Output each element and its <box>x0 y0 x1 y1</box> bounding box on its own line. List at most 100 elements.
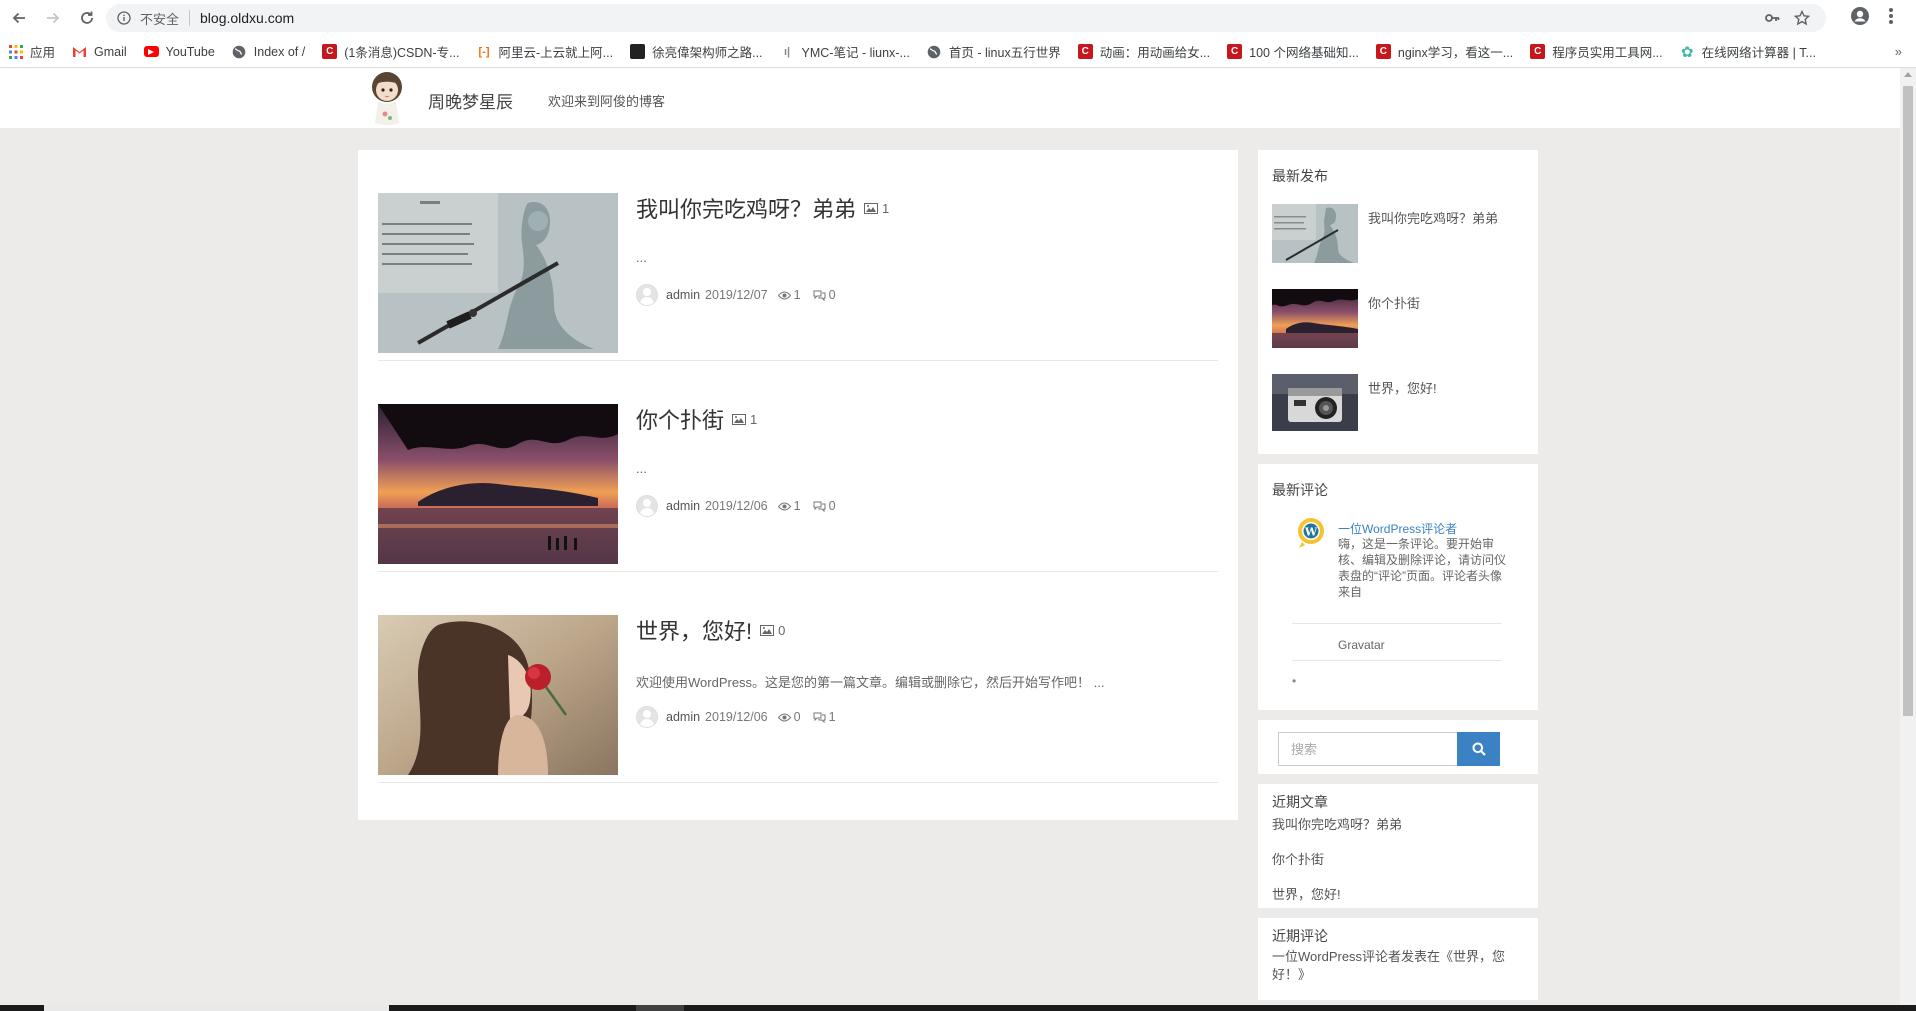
taskbar-active-item[interactable] <box>44 1005 389 1011</box>
globe-icon <box>927 44 942 59</box>
widget-title: 近期文章 <box>1272 794 1328 810</box>
post-title[interactable]: 我叫你完吃鸡呀？弟弟 1 <box>636 192 889 224</box>
view-count: 1 <box>777 288 801 302</box>
comment-count[interactable]: 0 <box>813 288 836 302</box>
account-icon <box>1851 7 1869 25</box>
widget-title: 最新评论 <box>1272 482 1328 498</box>
post-title[interactable]: 世界，您好! 0 <box>636 614 785 646</box>
post-author[interactable]: admin <box>666 288 700 302</box>
recent-post-link[interactable]: 世界，您好! <box>1272 884 1341 903</box>
image-icon <box>732 413 747 425</box>
bookmark-label: 徐亮偉架构师之路... <box>652 46 763 60</box>
post-thumbnail[interactable] <box>378 404 618 564</box>
taskbar-item[interactable] <box>636 1005 684 1011</box>
bookmark-label: 100 个网络基础知... <box>1249 46 1359 60</box>
post-date: 2019/12/07 <box>705 288 768 302</box>
post-thumbnail[interactable] <box>378 193 618 353</box>
bookmark-label: 在线网络计算器 | T... <box>1701 46 1816 60</box>
bookmark-network[interactable]: C 100 个网络基础知... <box>1227 42 1359 61</box>
forward-button[interactable] <box>38 3 68 33</box>
address-bar[interactable]: 不安全 blog.oldxu.com <box>106 4 1826 32</box>
bookmark-label: YouTube <box>165 44 215 59</box>
view-count-value: 1 <box>793 288 801 302</box>
page-scrollbar[interactable] <box>1900 68 1916 1005</box>
url-text[interactable]: blog.oldxu.com <box>200 10 294 26</box>
post-list: 我叫你完吃鸡呀？弟弟 1 ... admin 2019/12/07 1 0 你个… <box>358 150 1238 820</box>
bookmarks-more-button[interactable]: » <box>1895 44 1902 59</box>
menu-button[interactable] <box>1888 6 1894 29</box>
comment-author-link[interactable]: 一位WordPress评论者 <box>1338 520 1457 537</box>
bookmark-youtube[interactable]: YouTube <box>143 44 215 59</box>
widget-latest-posts: 最新发布 我叫你完吃鸡呀？弟弟 你个扑街 世界，您好! <box>1258 150 1538 454</box>
insecure-label: 不安全 <box>140 11 180 27</box>
latest-post-thumbnail[interactable] <box>1272 204 1358 263</box>
image-count-value: 1 <box>882 200 890 216</box>
bookmark-nginx[interactable]: C nginx学习，看这一... <box>1375 42 1513 61</box>
comment-count-value: 1 <box>828 710 836 724</box>
post-excerpt: ... <box>636 461 647 476</box>
star-icon[interactable] <box>1794 10 1810 26</box>
post-title-text: 你个扑街 <box>636 408 725 433</box>
search-button[interactable] <box>1457 732 1500 766</box>
bookmark-calculator[interactable]: ✿ 在线网络计算器 | T... <box>1680 42 1816 61</box>
bookmark-index[interactable]: Index of / <box>232 44 305 59</box>
arrow-left-icon <box>12 12 25 24</box>
latest-post-thumbnail[interactable] <box>1272 374 1358 433</box>
widget-recent-comments: 近期评论 一位WordPress评论者发表在《世界，您好！》 <box>1258 918 1538 1000</box>
bookmark-label: 动画：用动画给女... <box>1099 46 1211 60</box>
comment-count[interactable]: 0 <box>813 499 836 513</box>
gravatar-link[interactable]: Gravatar <box>1338 638 1385 652</box>
image-count: 1 <box>732 412 757 427</box>
recent-post-link[interactable]: 我叫你完吃鸡呀？弟弟 <box>1272 814 1402 833</box>
site-logo[interactable] <box>368 70 406 128</box>
bookmark-gmail[interactable]: Gmail <box>72 44 127 59</box>
comment-count-value: 0 <box>828 499 836 513</box>
view-count: 1 <box>777 499 801 513</box>
latest-post-title[interactable]: 世界，您好! <box>1368 378 1437 397</box>
bookmark-architect[interactable]: 徐亮偉架构师之路... <box>630 42 763 61</box>
image-icon <box>760 624 775 636</box>
csdn-icon: C <box>322 44 338 59</box>
latest-post-thumbnail[interactable] <box>1272 289 1358 348</box>
profile-button[interactable] <box>1850 6 1870 29</box>
comments-icon <box>813 290 826 301</box>
latest-post-title[interactable]: 我叫你完吃鸡呀？弟弟 <box>1368 208 1498 227</box>
gmail-icon <box>72 44 87 59</box>
latest-post-title[interactable]: 你个扑街 <box>1368 293 1420 312</box>
list-bullet: • <box>1292 674 1297 688</box>
search-input[interactable] <box>1278 732 1458 766</box>
browser-toolbar: 不安全 blog.oldxu.com <box>0 0 1916 36</box>
latest-post-item[interactable]: 世界，您好! <box>1272 374 1522 434</box>
bookmark-linux[interactable]: 首页 - linux五行世界 <box>927 42 1061 61</box>
site-title[interactable]: 周晚梦星辰 <box>428 88 513 113</box>
recent-comment-text[interactable]: 一位WordPress评论者发表在《世界，您好！》 <box>1272 948 1512 984</box>
scroll-up-arrow-icon[interactable] <box>1904 72 1912 77</box>
post-title[interactable]: 你个扑街 1 <box>636 403 757 435</box>
post-item: 世界，您好! 0 欢迎使用WordPress。这是您的第一篇文章。编辑或删除它，… <box>378 572 1218 783</box>
latest-post-item[interactable]: 你个扑街 <box>1272 289 1522 349</box>
comment-count[interactable]: 1 <box>813 710 836 724</box>
apps-grid-icon <box>8 44 23 59</box>
scrollbar-thumb[interactable] <box>1903 86 1913 716</box>
bookmark-tools[interactable]: C 程序员实用工具网... <box>1530 42 1663 61</box>
author-avatar <box>636 284 658 306</box>
recent-post-link[interactable]: 你个扑街 <box>1272 849 1324 868</box>
post-author[interactable]: admin <box>666 499 700 513</box>
post-author[interactable]: admin <box>666 710 700 724</box>
key-icon[interactable] <box>1764 10 1780 26</box>
latest-post-item[interactable]: 我叫你完吃鸡呀？弟弟 <box>1272 204 1522 264</box>
post-thumbnail[interactable] <box>378 615 618 775</box>
comment-count-value: 0 <box>828 288 836 302</box>
reload-button[interactable] <box>72 3 102 33</box>
bookmark-label: YMC-笔记 - liunx-... <box>801 46 910 60</box>
bookmark-animation[interactable]: C 动画：用动画给女... <box>1077 42 1211 61</box>
info-icon[interactable] <box>116 10 132 26</box>
back-button[interactable] <box>4 3 34 33</box>
bookmark-apps[interactable]: 应用 <box>8 42 55 61</box>
svg-text:W: W <box>1304 526 1318 539</box>
bookmark-csdn[interactable]: C (1条消息)CSDN-专... <box>322 42 460 61</box>
bookmark-ymc[interactable]: ı| YMC-笔记 - liunx-... <box>780 42 910 61</box>
bookmark-label: 应用 <box>30 46 56 60</box>
csdn-icon: C <box>1077 44 1093 59</box>
bookmark-aliyun[interactable]: [-] 阿里云-上云就上阿... <box>477 42 614 61</box>
